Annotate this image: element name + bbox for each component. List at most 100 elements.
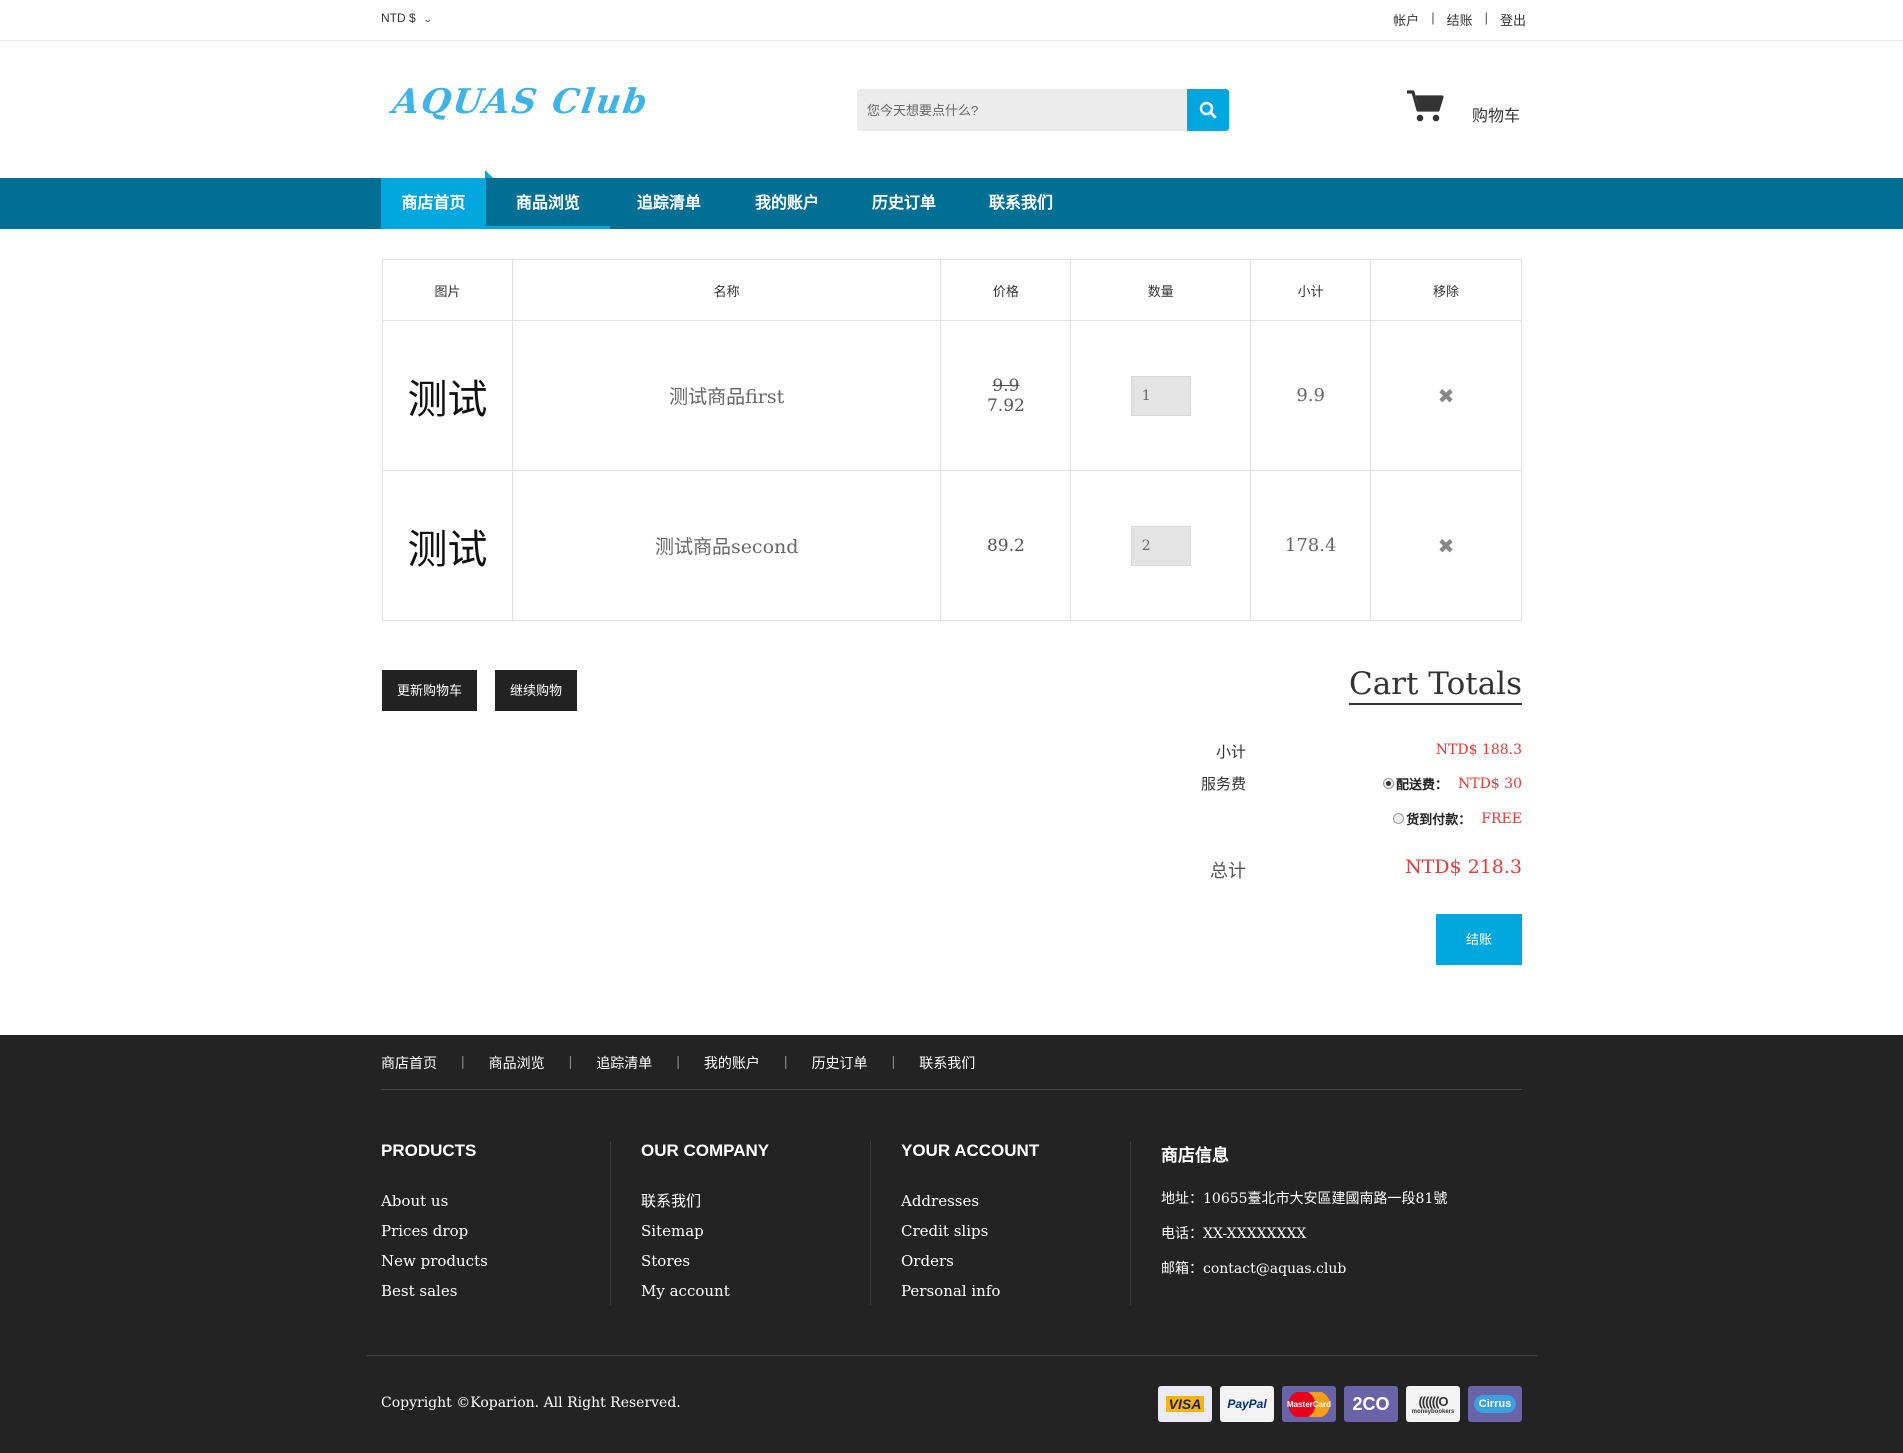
total-value: NTD$ 218.3 <box>1404 856 1522 878</box>
service-fee-label: 服务费 <box>1200 776 1246 793</box>
product-image[interactable]: 测试 <box>382 320 513 471</box>
nav-active-flag <box>485 170 493 178</box>
remove-icon[interactable]: ✖ <box>1438 534 1455 558</box>
nav-item-browse[interactable]: 商品浏览 <box>486 178 610 229</box>
update-cart-button[interactable]: 更新购物车 <box>382 670 477 711</box>
footer-link[interactable]: Stores <box>641 1246 769 1276</box>
footer-nav-account[interactable]: 我的账户 <box>704 1053 760 1073</box>
product-price: 9.9 7.92 <box>940 320 1072 471</box>
search-input[interactable] <box>857 89 1187 131</box>
nav-item-account[interactable]: 我的账户 <box>728 178 846 229</box>
footer-info-title: 商店信息 <box>1161 1146 1229 1165</box>
delivery-option-value: NTD$ 30 <box>1458 775 1522 792</box>
subtotal-label: 小计 <box>1215 744 1246 761</box>
quantity-input[interactable]: 2 <box>1130 525 1191 566</box>
logout-link[interactable]: 登出 <box>1500 10 1526 29</box>
cart-icon[interactable] <box>1405 88 1445 128</box>
quantity-cell: 1 <box>1070 320 1252 471</box>
cod-option-value: FREE <box>1481 810 1522 827</box>
column-divider <box>1130 1141 1131 1305</box>
payment-methods: VISA PayPal MasterCard 2CO ((((((O moneyb… <box>1158 1386 1522 1422</box>
product-name[interactable]: 测试商品second <box>511 470 942 621</box>
sale-price: 7.92 <box>986 395 1025 416</box>
footer-link[interactable]: About us <box>381 1186 488 1216</box>
nav-item-tracking[interactable]: 追踪清单 <box>610 178 728 229</box>
footer-link[interactable]: My account <box>641 1276 769 1306</box>
footer-link[interactable]: New products <box>381 1246 488 1276</box>
mastercard-icon: MasterCard <box>1282 1386 1336 1422</box>
top-bar: NTD $ ⌄ 帐户 | 结账 | 登出 <box>0 0 1903 41</box>
footer-nav-orders[interactable]: 历史订单 <box>812 1053 868 1073</box>
subtotal-value: NTD$ 188.3 <box>1435 742 1522 758</box>
footer-store-info-column: 商店信息 地址：10655臺北市大安區建國南路一段81號 电话：XX-XXXXX… <box>1161 1141 1447 1287</box>
column-header-remove: 移除 <box>1370 259 1522 321</box>
paypal-icon: PayPal <box>1220 1386 1274 1422</box>
footer-nav-home[interactable]: 商店首页 <box>381 1053 437 1073</box>
quantity-cell: 2 <box>1070 470 1252 621</box>
footer-products-title: PRODUCTS <box>381 1141 477 1160</box>
moneybookers-icon: ((((((O moneybookers <box>1406 1386 1460 1422</box>
original-price: 9.9 <box>992 375 1020 396</box>
nav-item-orders[interactable]: 历史订单 <box>846 178 962 229</box>
divider: | <box>1431 10 1435 25</box>
cart-label[interactable]: 购物车 <box>1472 102 1520 126</box>
delivery-option[interactable]: 配送费： NTD$ 30 <box>1383 774 1522 793</box>
footer-link[interactable]: Orders <box>901 1246 1039 1276</box>
column-divider <box>870 1141 871 1305</box>
footer-link[interactable]: Prices drop <box>381 1216 488 1246</box>
product-image[interactable]: 测试 <box>382 470 513 621</box>
continue-shopping-button[interactable]: 继续购物 <box>495 670 577 711</box>
row-subtotal: 178.4 <box>1250 470 1372 621</box>
column-header-image: 图片 <box>382 259 513 321</box>
quantity-input[interactable]: 1 <box>1130 375 1191 416</box>
site-logo[interactable]: AQUAS Club <box>390 82 651 122</box>
store-address: 地址：10655臺北市大安區建國南路一段81號 <box>1161 1191 1448 1207</box>
top-links: 帐户 | 结账 | 登出 <box>1393 10 1526 29</box>
footer-company-title: OUR COMPANY <box>641 1141 770 1160</box>
store-phone: 电话：XX-XXXXXXXX <box>1161 1226 1307 1242</box>
remove-cell: ✖ <box>1370 470 1522 621</box>
search-button[interactable] <box>1187 89 1229 131</box>
visa-icon: VISA <box>1158 1386 1212 1422</box>
footer-link[interactable]: Best sales <box>381 1276 488 1306</box>
account-link[interactable]: 帐户 <box>1393 10 1419 29</box>
column-header-name: 名称 <box>511 259 942 321</box>
cod-option[interactable]: 货到付款： FREE <box>1393 809 1522 828</box>
search-icon <box>1199 101 1217 119</box>
cod-radio[interactable] <box>1393 813 1405 824</box>
delivery-option-label: 配送费： <box>1396 777 1449 792</box>
remove-icon[interactable]: ✖ <box>1438 384 1455 408</box>
divider: | <box>461 1053 465 1069</box>
remove-cell: ✖ <box>1370 320 1522 471</box>
footer-link[interactable]: Credit slips <box>901 1216 1039 1246</box>
nav-item-home[interactable]: 商店首页 <box>381 178 486 229</box>
footer-link[interactable]: Personal info <box>901 1276 1039 1306</box>
currency-selector[interactable]: NTD $ ⌄ <box>381 11 433 25</box>
footer-divider <box>367 1355 1537 1356</box>
table-row: 测试 测试商品second 89.2 2 178.4 ✖ <box>382 470 1522 621</box>
column-header-subtotal: 小计 <box>1250 259 1372 321</box>
footer-nav-contact[interactable]: 联系我们 <box>919 1053 975 1073</box>
currency-label: NTD $ <box>381 11 416 25</box>
delivery-radio[interactable] <box>1383 778 1394 789</box>
footer-nav: 商店首页 | 商品浏览 | 追踪清单 | 我的账户 | 历史订单 | 联系我们 <box>381 1053 975 1073</box>
footer-link[interactable]: 联系我们 <box>641 1186 769 1216</box>
footer-nav-browse[interactable]: 商品浏览 <box>489 1053 545 1073</box>
footer-nav-tracking[interactable]: 追踪清单 <box>596 1053 652 1073</box>
cod-option-label: 货到付款： <box>1406 812 1472 827</box>
store-email[interactable]: 邮箱：contact@aquas.club <box>1161 1252 1447 1287</box>
footer-link[interactable]: Sitemap <box>641 1216 769 1246</box>
divider: | <box>568 1053 573 1069</box>
footer-link[interactable]: Addresses <box>901 1186 1039 1216</box>
checkout-link[interactable]: 结账 <box>1447 10 1473 29</box>
row-subtotal: 9.9 <box>1250 320 1372 471</box>
nav-item-contact[interactable]: 联系我们 <box>962 178 1080 229</box>
table-header-row: 图片 名称 价格 数量 小计 移除 <box>382 259 1522 321</box>
footer-divider <box>381 1089 1522 1090</box>
chevron-down-icon: ⌄ <box>422 14 433 24</box>
checkout-button[interactable]: 结账 <box>1436 914 1522 965</box>
footer-products-column: PRODUCTS About us Prices drop New produc… <box>381 1141 488 1306</box>
cirrus-icon: Cirrus <box>1468 1386 1522 1422</box>
divider: | <box>891 1053 896 1069</box>
product-name[interactable]: 测试商品first <box>511 320 942 471</box>
